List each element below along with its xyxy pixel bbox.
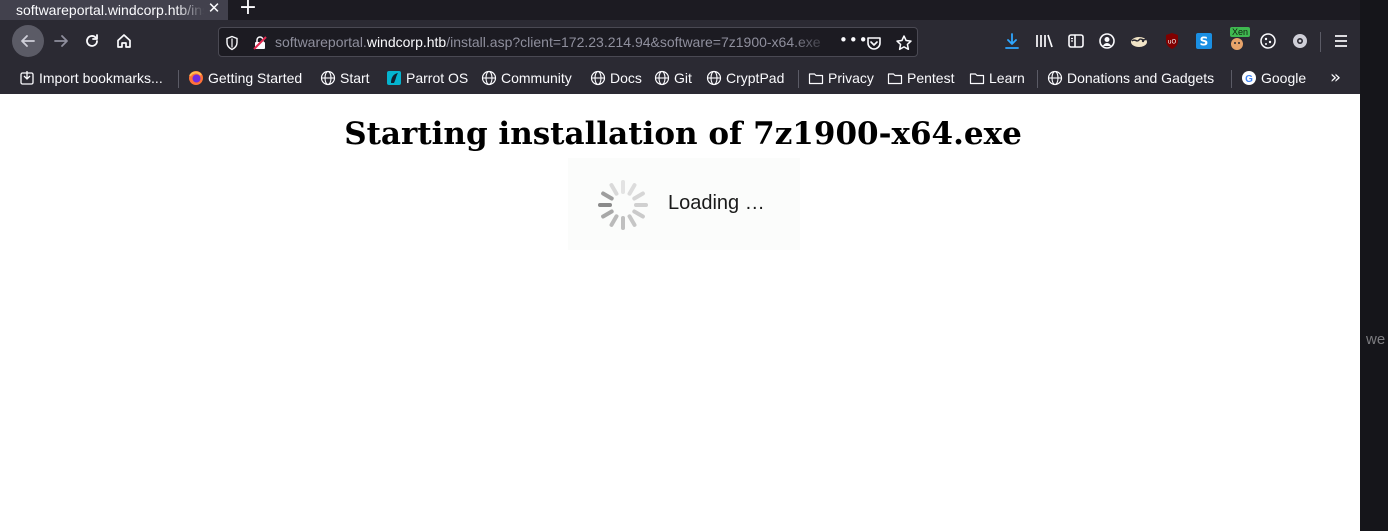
- bookmark-start[interactable]: Start: [320, 68, 370, 88]
- bookmark-label: Donations and Gadgets: [1067, 70, 1215, 86]
- bookmark-label: Import bookmarks...: [39, 70, 163, 86]
- bookmark-label: Community: [501, 70, 572, 86]
- svg-text:S: S: [1200, 35, 1209, 49]
- page-content: Starting installation of 7z1900-x64.exe: [0, 94, 1360, 531]
- import-icon: [19, 70, 35, 86]
- sidebar-icon[interactable]: [1065, 30, 1087, 52]
- account-icon[interactable]: [1096, 30, 1118, 52]
- bookmark-label: Docs: [610, 70, 642, 86]
- bookmark-separator: [1037, 70, 1038, 88]
- url-text[interactable]: softwareportal.windcorp.htb/install.asp?…: [275, 34, 835, 50]
- bookmark-label: CryptPad: [726, 70, 785, 86]
- bookmark-docs[interactable]: Docs: [590, 68, 642, 88]
- bookmark-star-icon[interactable]: [895, 34, 913, 52]
- extension-s-icon[interactable]: S: [1193, 30, 1215, 52]
- xen-badge: Xen: [1230, 27, 1251, 37]
- library-icon[interactable]: [1033, 30, 1055, 52]
- bookmark-label: Learn: [989, 70, 1025, 86]
- browser-window: softwareportal.windcorp.htb/install.asp?…: [0, 0, 1360, 531]
- extension-gear-icon[interactable]: [1289, 30, 1311, 52]
- bookmark-separator: [178, 70, 179, 88]
- loading-text: Loading …: [668, 192, 765, 214]
- desktop-right-strip: [1360, 0, 1388, 531]
- bookmarks-overflow-chevron-icon[interactable]: »: [1330, 67, 1341, 88]
- spinner-icon: [598, 180, 648, 230]
- app-menu-icon[interactable]: [1330, 30, 1352, 52]
- bookmark-separator: [1231, 70, 1232, 88]
- new-tab-icon[interactable]: +: [236, 0, 260, 19]
- bookmark-google[interactable]: G Google: [1241, 68, 1306, 88]
- svg-text:uO: uO: [1168, 39, 1177, 46]
- bookmark-community[interactable]: Community: [481, 68, 572, 88]
- pocket-icon[interactable]: [865, 34, 883, 52]
- tab-close-icon[interactable]: ✕: [206, 0, 222, 18]
- bookmarks-toolbar: Import bookmarks... Getting Started Star…: [0, 62, 1360, 94]
- back-button[interactable]: [12, 25, 44, 57]
- forward-button[interactable]: [46, 26, 76, 56]
- url-host: windcorp.htb: [366, 34, 447, 50]
- reload-icon: [86, 34, 98, 47]
- insecure-lock-icon[interactable]: [251, 34, 269, 52]
- bookmark-folder-learn[interactable]: Learn: [969, 68, 1025, 88]
- tracking-shield-icon[interactable]: [223, 34, 241, 52]
- bookmark-git[interactable]: Git: [654, 68, 692, 88]
- home-button[interactable]: [109, 26, 139, 56]
- globe-icon: [654, 70, 670, 86]
- bookmark-label: Privacy: [828, 70, 874, 86]
- folder-icon: [969, 70, 985, 86]
- background-window-text: we: [1366, 331, 1386, 348]
- cookie-icon[interactable]: [1257, 30, 1279, 52]
- bookmark-label: Start: [340, 70, 370, 86]
- bookmark-parrot-os[interactable]: Parrot OS: [386, 68, 468, 88]
- tab-strip: softwareportal.windcorp.htb/install.asp?…: [0, 0, 1360, 20]
- google-icon: G: [1241, 70, 1257, 86]
- globe-icon: [1047, 70, 1063, 86]
- bookmark-donations-and-gadgets[interactable]: Donations and Gadgets: [1047, 68, 1214, 88]
- globe-icon: [706, 70, 722, 86]
- toolbar-separator: [1320, 32, 1321, 52]
- forward-arrow-icon: [54, 35, 68, 47]
- active-tab[interactable]: softwareportal.windcorp.htb/install.asp?…: [0, 0, 228, 20]
- tab-title: softwareportal.windcorp.htb/install.asp?…: [16, 2, 204, 18]
- reload-button[interactable]: [77, 26, 107, 56]
- loading-indicator: Loading …: [568, 158, 800, 250]
- bookmark-label: Google: [1261, 70, 1307, 86]
- globe-icon: [320, 70, 336, 86]
- extension-tiger-icon[interactable]: [1128, 30, 1150, 52]
- firefox-icon: [188, 70, 204, 86]
- svg-text:G: G: [1245, 74, 1253, 85]
- bookmark-label: Getting Started: [208, 70, 303, 86]
- address-bar[interactable]: softwareportal.windcorp.htb/install.asp?…: [218, 27, 918, 57]
- bookmark-cryptpad[interactable]: CryptPad: [706, 68, 784, 88]
- page-title: Starting installation of 7z1900-x64.exe: [344, 116, 1022, 152]
- url-path: /install.asp?client=172.23.214.94&softwa…: [446, 34, 821, 50]
- parrot-icon: [386, 70, 402, 86]
- home-icon: [117, 34, 131, 48]
- bookmark-folder-pentest[interactable]: Pentest: [887, 68, 954, 88]
- back-arrow-icon: [21, 35, 35, 47]
- bookmark-getting-started[interactable]: Getting Started: [188, 68, 302, 88]
- folder-icon: [808, 70, 824, 86]
- bookmark-import[interactable]: Import bookmarks...: [19, 68, 163, 88]
- downloads-icon[interactable]: [1001, 30, 1023, 52]
- globe-icon: [481, 70, 497, 86]
- folder-icon: [887, 70, 903, 86]
- url-host-prefix: softwareportal.: [275, 34, 367, 50]
- bookmark-folder-privacy[interactable]: Privacy: [808, 68, 874, 88]
- bookmark-separator: [798, 70, 799, 88]
- ublock-origin-icon[interactable]: uO: [1161, 30, 1183, 52]
- bookmark-label: Git: [674, 70, 692, 86]
- bookmark-label: Pentest: [907, 70, 955, 86]
- bookmark-label: Parrot OS: [406, 70, 469, 86]
- globe-icon: [590, 70, 606, 86]
- navigation-toolbar: softwareportal.windcorp.htb/install.asp?…: [0, 20, 1360, 62]
